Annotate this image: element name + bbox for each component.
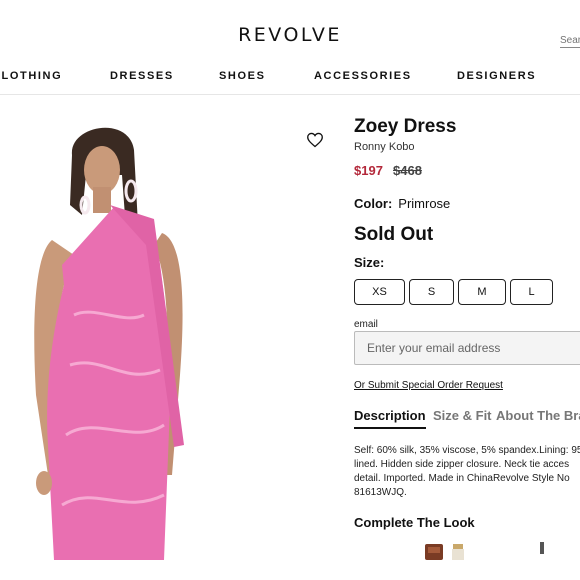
size-label: Size: — [354, 255, 385, 270]
availability-status: Sold Out — [354, 224, 434, 245]
site-logo[interactable]: REVOLVE — [0, 24, 580, 46]
nav-item-designers[interactable]: DESIGNERS — [457, 70, 536, 82]
product-title: Zoey Dress — [354, 116, 457, 137]
tab-description[interactable]: Description — [354, 408, 426, 423]
description-line: detail. Imported. Made in ChinaRevolve S… — [354, 473, 570, 484]
header-divider — [0, 94, 580, 95]
look-item-thumbnail[interactable] — [424, 542, 444, 560]
tab-size-fit[interactable]: Size & Fit — [433, 408, 492, 423]
nav-item-shoes[interactable]: SHOES — [219, 70, 266, 82]
size-button-s[interactable]: S — [409, 279, 454, 305]
email-label: email — [354, 319, 378, 330]
nav-item-accessories[interactable]: ACCESSORIES — [314, 70, 412, 82]
look-item-thumbnail[interactable] — [450, 544, 466, 560]
active-tab-indicator — [354, 427, 426, 429]
product-description: Self: 60% silk, 35% viscose, 5% spandex.… — [354, 444, 580, 500]
tab-about-brand[interactable]: About The Brand — [496, 408, 580, 423]
look-item-thumbnail[interactable] — [538, 542, 546, 560]
special-order-link[interactable]: Or Submit Special Order Request — [354, 380, 503, 391]
main-nav: CLOTHING DRESSES SHOES ACCESSORIES DESIG… — [0, 70, 580, 84]
heart-icon[interactable] — [306, 132, 324, 148]
description-line: lined. Hidden side zipper closure. Neck … — [354, 459, 570, 470]
size-button-xs[interactable]: XS — [354, 279, 405, 305]
product-image[interactable] — [14, 115, 214, 560]
email-field[interactable] — [354, 331, 580, 365]
sale-price: $197 — [354, 163, 383, 178]
search-input[interactable] — [560, 32, 580, 48]
description-line: Self: 60% silk, 35% viscose, 5% spandex.… — [354, 445, 580, 456]
original-price: $468 — [393, 163, 422, 178]
complete-the-look-heading: Complete The Look — [354, 515, 475, 530]
color-value: Primrose — [398, 196, 451, 211]
size-button-m[interactable]: M — [458, 279, 506, 305]
product-brand[interactable]: Ronny Kobo — [354, 141, 415, 153]
color-row: Color: Primrose — [354, 196, 450, 211]
description-line: 81613WJQ. — [354, 487, 407, 498]
nav-item-dresses[interactable]: DRESSES — [110, 70, 174, 82]
color-label: Color: — [354, 196, 393, 211]
size-button-l[interactable]: L — [510, 279, 553, 305]
nav-item-clothing[interactable]: CLOTHING — [0, 70, 62, 82]
search-underline — [560, 47, 580, 48]
